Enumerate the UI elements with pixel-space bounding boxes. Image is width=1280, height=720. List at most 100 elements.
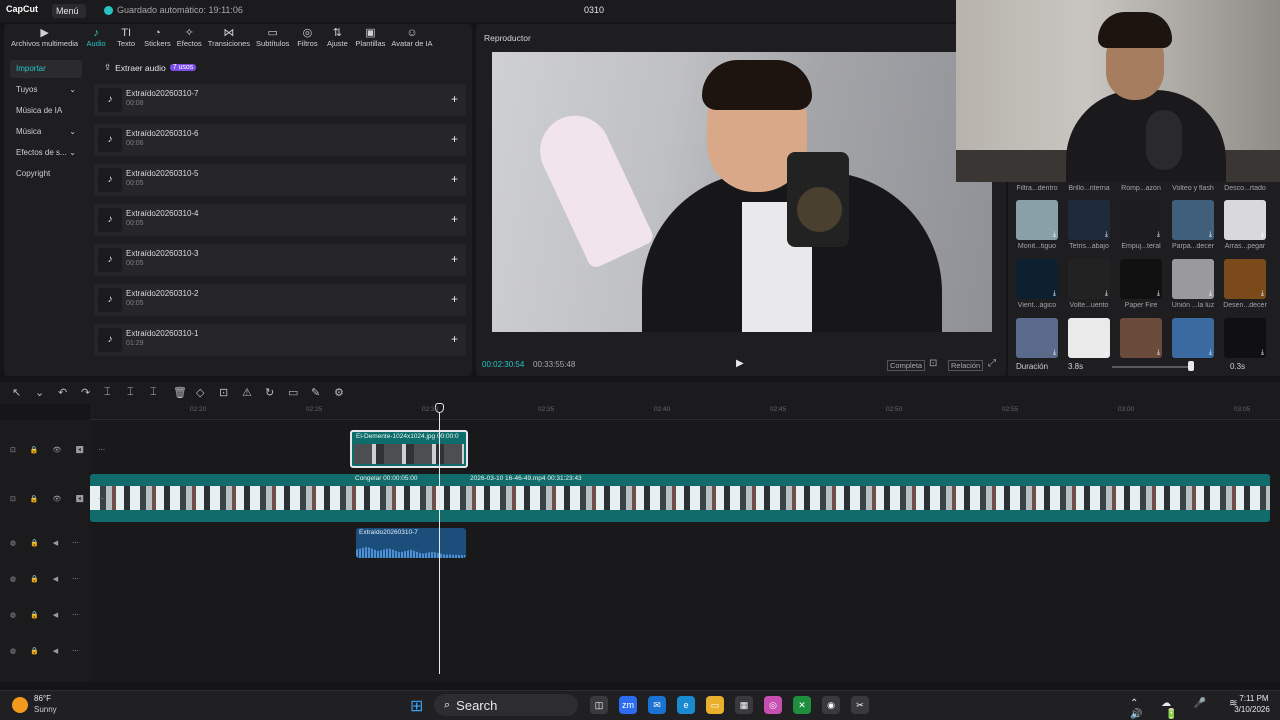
audio-list-item[interactable]: ♪ Extraído20260310-4 00:05 + <box>94 204 466 236</box>
transition-thumbnail[interactable]: ⤓ <box>1172 318 1214 358</box>
aspect-ratio-button[interactable]: Relación <box>948 360 984 371</box>
clock-date[interactable]: 3/10/2026 <box>1228 705 1276 714</box>
taskbar-app-5[interactable]: ▦ <box>735 696 753 714</box>
download-icon[interactable]: ⤓ <box>1157 231 1160 239</box>
tool-media[interactable]: ▶ Archivos multimedia <box>8 24 81 52</box>
extract-audio-header[interactable]: ⇪ Extraer audio 7 usos <box>104 62 197 73</box>
tool-templates[interactable]: ▣ Plantillas <box>352 24 388 52</box>
image-clip[interactable]: El-Demente-1024x1024.jpg 00:00:0 <box>350 430 468 468</box>
download-icon[interactable]: ⤓ <box>1105 290 1108 298</box>
sidebar-item-5[interactable]: Copyright <box>10 165 82 183</box>
tool-adjust[interactable]: ⇅ Ajuste <box>322 24 352 52</box>
download-icon[interactable]: ⤓ <box>1261 290 1264 298</box>
download-icon[interactable]: ⤓ <box>1209 231 1212 239</box>
track-controls[interactable]: ⊡ 🔒 👁 ◀ ⋯ <box>10 446 111 454</box>
download-icon[interactable]: ⤓ <box>1053 231 1056 239</box>
add-icon[interactable]: + <box>451 332 458 346</box>
download-icon[interactable]: ⤓ <box>1209 349 1212 357</box>
crop-icon[interactable]: ⊡ <box>219 386 228 399</box>
taskbar-search[interactable]: ⌕ Search <box>434 694 578 716</box>
select-icon[interactable]: ↖ <box>12 386 21 399</box>
complete-view-button[interactable]: Completa <box>887 360 926 371</box>
audio-list-item[interactable]: ♪ Extraído20260310-7 00:08 + <box>94 84 466 116</box>
taskbar-app-4[interactable]: ▭ <box>706 696 724 714</box>
transition-thumbnail[interactable]: ⤓ <box>1120 259 1162 299</box>
audio-list-item[interactable]: ♪ Extraído20260310-5 00:05 + <box>94 164 466 196</box>
zoom-fit-icon[interactable]: ⊡ <box>929 358 937 369</box>
transition-thumbnail[interactable]: ⤓ <box>1172 200 1214 240</box>
taskbar-app-8[interactable]: ◉ <box>822 696 840 714</box>
download-icon[interactable]: ⤓ <box>1053 290 1056 298</box>
taskbar-app-7[interactable]: ✕ <box>793 696 811 714</box>
audio-track-controls[interactable]: ◍ 🔒 ◀ ⋯ <box>10 539 85 547</box>
taskbar-app-9[interactable]: ✂ <box>851 696 869 714</box>
transition-thumbnail[interactable]: ⤓ <box>1016 318 1058 358</box>
video-preview[interactable] <box>492 52 992 332</box>
edit-icon[interactable]: ✎ <box>311 386 320 399</box>
audio-track-controls[interactable]: ◍ 🔒 ◀ ⋯ <box>10 575 85 583</box>
weather-description[interactable]: Sunny <box>34 705 57 714</box>
transition-thumbnail[interactable]: ⤓ <box>1224 318 1266 358</box>
transition-thumbnail[interactable]: ⤓ <box>1172 259 1214 299</box>
download-icon[interactable]: ⤓ <box>1157 290 1160 298</box>
duration-slider-handle[interactable] <box>1188 361 1194 371</box>
playhead[interactable] <box>439 404 440 674</box>
tool-text[interactable]: TI Texto <box>111 24 141 52</box>
marker-icon[interactable]: ◇ <box>196 386 204 399</box>
sidebar-item-0[interactable]: Importar <box>10 60 82 78</box>
taskbar-app-0[interactable]: ◫ <box>590 696 608 714</box>
audio-list-item[interactable]: ♪ Extraído20260310-2 00:05 + <box>94 284 466 316</box>
weather-sun-icon[interactable] <box>12 697 28 713</box>
taskbar-app-6[interactable]: ◎ <box>764 696 782 714</box>
tool-sticker[interactable]: ◔ Stickers <box>141 24 174 52</box>
menu-button[interactable]: Menú ⌄ <box>52 4 86 30</box>
audio-list-item[interactable]: ♪ Extraído20260310-1 01:29 + <box>94 324 466 356</box>
clock-time[interactable]: 7:11 PM <box>1234 694 1274 703</box>
fullscreen-icon[interactable]: ⤢ <box>988 358 996 369</box>
download-icon[interactable]: ⤓ <box>1157 349 1160 357</box>
timeline-ruler[interactable] <box>90 404 1280 420</box>
track-controls[interactable]: ⊡ 🔒 👁 ◀ ⋯ <box>10 495 111 503</box>
sidebar-item-3[interactable]: Música ⌄ <box>10 123 82 141</box>
windows-start-icon[interactable]: ⊞ <box>410 696 423 716</box>
weather-temperature[interactable]: 86°F <box>34 694 51 703</box>
split-left-icon[interactable]: ⌶ <box>127 386 134 399</box>
add-icon[interactable]: + <box>451 292 458 306</box>
play-icon[interactable]: ▶ <box>736 358 744 369</box>
download-icon[interactable]: ⤓ <box>1053 349 1056 357</box>
add-icon[interactable]: + <box>451 172 458 186</box>
audio-list-item[interactable]: ♪ Extraído20260310-6 00:06 + <box>94 124 466 156</box>
transition-thumbnail[interactable]: ⤓ <box>1068 318 1110 358</box>
audio-track-controls[interactable]: ◍ 🔒 ◀ ⋯ <box>10 647 85 655</box>
add-icon[interactable]: + <box>451 132 458 146</box>
tool-effects[interactable]: ✧ Efectos <box>174 24 205 52</box>
undo-icon[interactable]: ↶ <box>58 386 67 399</box>
settings-icon[interactable]: ⚙ <box>334 386 344 399</box>
add-icon[interactable]: + <box>451 212 458 226</box>
transition-thumbnail[interactable]: ⤓ <box>1120 318 1162 358</box>
duration-value[interactable]: 3.8s <box>1068 362 1083 371</box>
transition-thumbnail[interactable]: ⤓ <box>1224 200 1266 240</box>
transition-thumbnail[interactable]: ⤓ <box>1068 200 1110 240</box>
sidebar-item-4[interactable]: Efectos de s... ⌄ <box>10 144 82 162</box>
download-icon[interactable]: ⤓ <box>1261 349 1264 357</box>
add-icon[interactable]: + <box>451 252 458 266</box>
add-icon[interactable]: + <box>451 92 458 106</box>
transition-thumbnail[interactable]: ⤓ <box>1120 200 1162 240</box>
split-right-icon[interactable]: ⌶ <box>150 386 157 399</box>
download-icon[interactable]: ⤓ <box>1105 231 1108 239</box>
download-icon[interactable]: ⤓ <box>1209 290 1212 298</box>
tool-transitions[interactable]: ⋈ Transiciones <box>205 24 253 52</box>
rotate-icon[interactable]: ↻ <box>265 386 274 399</box>
split-icon[interactable]: ⌶ <box>104 386 111 399</box>
delete-icon[interactable]: 🗑 <box>173 386 187 399</box>
taskbar-app-3[interactable]: e <box>677 696 695 714</box>
taskbar-app-1[interactable]: zm <box>619 696 637 714</box>
tool-filters[interactable]: ◎ Filtros <box>292 24 322 52</box>
download-icon[interactable]: ⤓ <box>1105 349 1108 357</box>
audio-list-item[interactable]: ♪ Extraído20260310-3 00:05 + <box>94 244 466 276</box>
chevron-down-icon[interactable]: ⌄ <box>35 386 44 399</box>
audio-clip[interactable]: Extraído20260310-7 <box>356 528 466 558</box>
taskbar-app-2[interactable]: ✉ <box>648 696 666 714</box>
tool-ai-avatar[interactable]: ☺ Avatar de IA <box>388 24 435 52</box>
